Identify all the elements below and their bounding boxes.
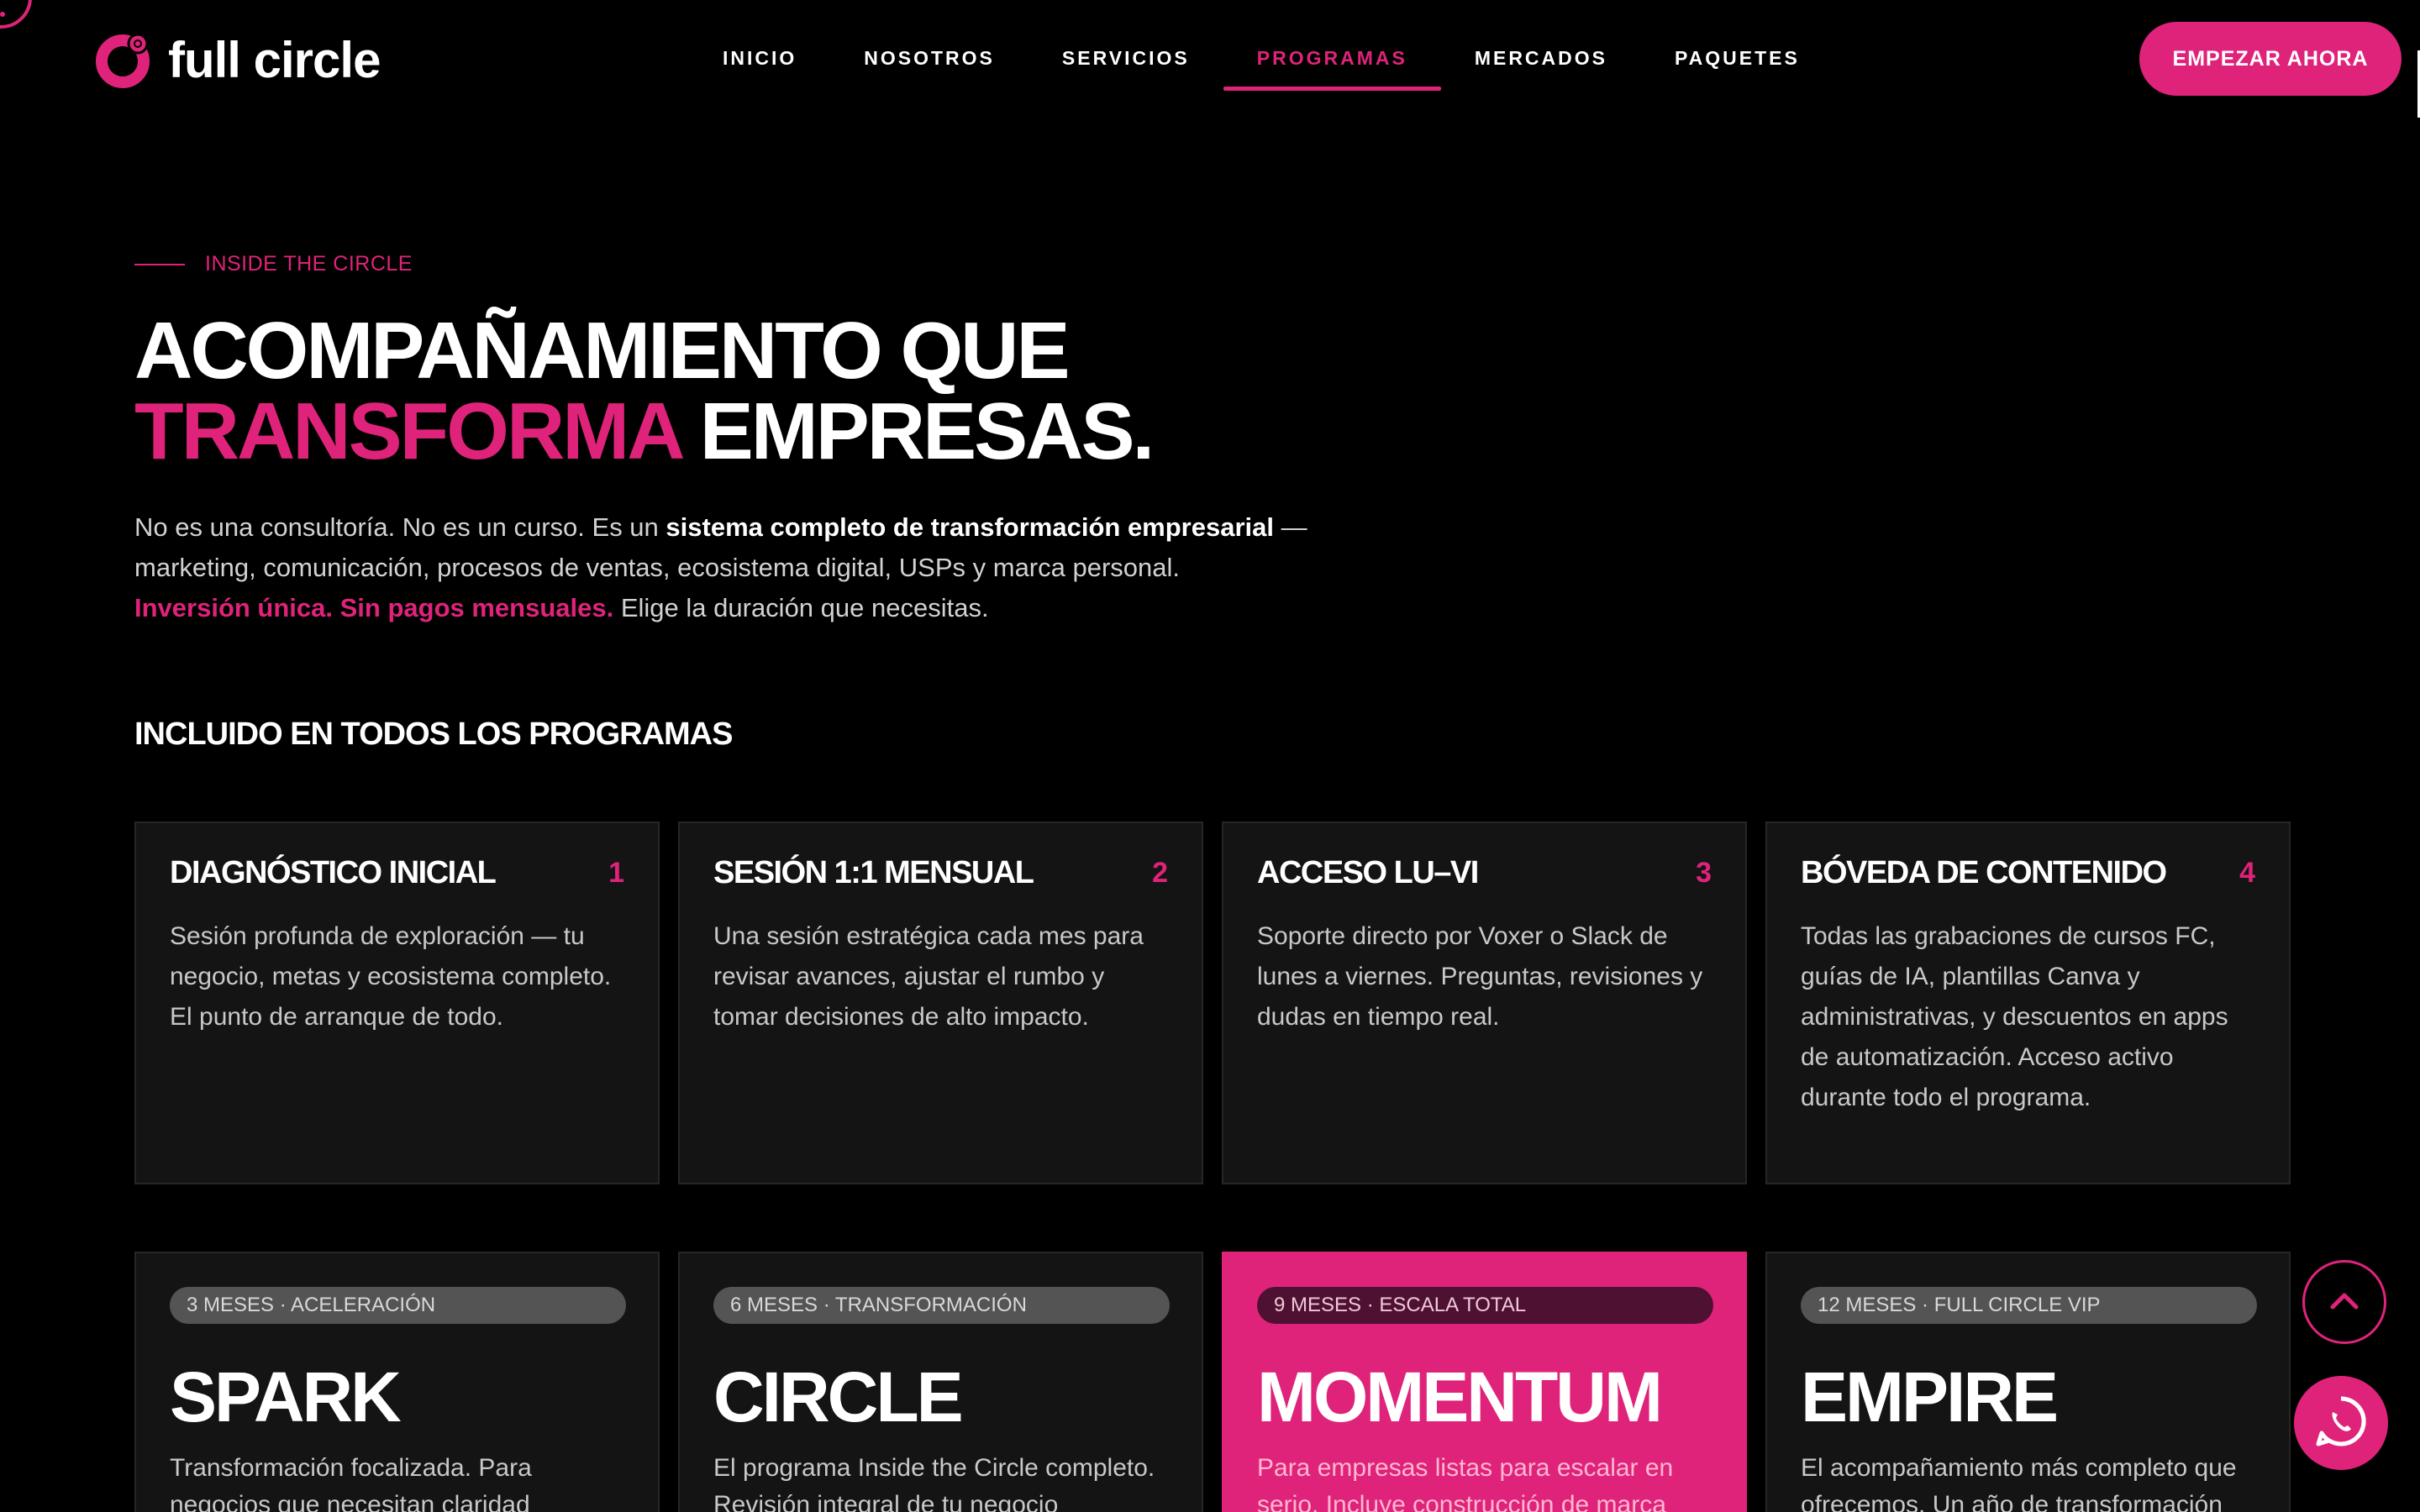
intro-text-1: No es una consultoría. No es un curso. E… [134,512,666,542]
headline-highlight: TRANSFORMA [134,386,682,476]
feature-card: BÓVEDA DE CONTENIDO 4 Todas las grabacio… [1765,822,2291,1184]
program-card-empire[interactable]: 12 MESES · FULL CIRCLE VIP EMPIRE El aco… [1765,1252,2291,1512]
eyebrow-text: INSIDE THE CIRCLE [205,252,413,276]
program-card-circle[interactable]: 6 MESES · TRANSFORMACIÓN CIRCLE El progr… [678,1252,1203,1512]
feature-description: Sesión profunda de exploración — tu nego… [170,922,612,1031]
program-card-spark[interactable]: 3 MESES · ACELERACIÓN SPARK Transformaci… [134,1252,660,1512]
intro-highlight: Inversión única. Sin pagos mensuales. [134,593,614,622]
feature-description: Soporte directo por Voxer o Slack de lun… [1257,922,1703,1031]
corner-dot [0,12,5,17]
feature-title: ACCESO LU–VI [1257,855,1479,890]
program-tag: 6 MESES · TRANSFORMACIÓN [713,1287,1170,1324]
program-name: MOMENTUM [1257,1357,1663,1436]
page-title: ACOMPAÑAMIENTO QUE TRANSFORMA EMPRESAS. [134,311,1155,472]
nav-item-nosotros[interactable]: NOSOTROS [830,25,1028,91]
included-section-title: INCLUIDO EN TODOS LOS PROGRAMAS [134,717,733,752]
feature-number: 3 [1696,857,1712,889]
intro-bold: sistema completo de transformación empre… [666,512,1275,542]
program-name: EMPIRE [1801,1357,2059,1436]
headline-rest: EMPRESAS. [680,386,1155,476]
section-eyebrow: INSIDE THE CIRCLE [134,252,413,276]
empezar-ahora-button[interactable]: EMPEZAR AHORA [2139,22,2402,96]
logo[interactable]: full circle [94,30,381,89]
feature-description: Todas las grabaciones de cursos FC, guía… [1801,922,2228,1111]
main-nav: INICIO NOSOTROS SERVICIOS PROGRAMAS MERC… [689,25,1833,91]
nav-item-mercados[interactable]: MERCADOS [1441,25,1641,91]
program-card-momentum[interactable]: 9 MESES · ESCALA TOTAL MOMENTUM Para emp… [1222,1252,1747,1512]
feature-title: DIAGNÓSTICO INICIAL [170,855,497,890]
program-cards: 3 MESES · ACELERACIÓN SPARK Transformaci… [134,1252,2291,1512]
logo-icon [94,30,153,89]
intro-paragraph: No es una consultoría. No es un curso. E… [134,507,1395,628]
program-name: CIRCLE [713,1357,964,1436]
active-nav-underline [1223,87,1441,91]
program-description: El programa Inside the Circle completo. … [713,1454,1155,1512]
feature-title: BÓVEDA DE CONTENIDO [1801,855,2167,890]
program-name: SPARK [170,1357,402,1436]
feature-card: DIAGNÓSTICO INICIAL 1 Sesión profunda de… [134,822,660,1184]
eyebrow-line [134,263,185,265]
feature-title: SESIÓN 1:1 MENSUAL [713,855,1034,890]
program-tag: 3 MESES · ACELERACIÓN [170,1287,626,1324]
feature-card: SESIÓN 1:1 MENSUAL 2 Una sesión estratég… [678,822,1203,1184]
nav-item-inicio[interactable]: INICIO [689,25,830,91]
program-tag: 12 MESES · FULL CIRCLE VIP [1801,1287,2257,1324]
logo-text: full circle [168,31,381,88]
chevron-up-icon [2330,1291,2359,1314]
program-description: Para empresas listas para escalar en ser… [1257,1454,1674,1512]
scroll-to-top-button[interactable] [2302,1260,2386,1344]
whatsapp-button[interactable] [2294,1376,2388,1470]
included-features: DIAGNÓSTICO INICIAL 1 Sesión profunda de… [134,822,2291,1184]
nav-item-programas-label: PROGRAMAS [1256,46,1407,69]
feature-number: 1 [608,857,624,889]
headline-line-1: ACOMPAÑAMIENTO QUE [134,306,1070,396]
nav-item-programas[interactable]: PROGRAMAS [1223,25,1441,91]
feature-number: 4 [2239,857,2255,889]
feature-description: Una sesión estratégica cada mes para rev… [713,922,1144,1031]
program-tag: 9 MESES · ESCALA TOTAL [1257,1287,1713,1324]
nav-item-servicios[interactable]: SERVICIOS [1028,25,1223,91]
intro-text-3: Elige la duración que necesitas. [613,593,989,622]
program-description: El acompañamiento más completo que ofrec… [1801,1454,2237,1512]
whatsapp-icon [2312,1392,2370,1455]
feature-card: ACCESO LU–VI 3 Soporte directo por Voxer… [1222,822,1747,1184]
feature-number: 2 [1152,857,1168,889]
nav-item-paquetes[interactable]: PAQUETES [1641,25,1833,91]
program-description: Transformación focalizada. Para negocios… [170,1454,532,1512]
